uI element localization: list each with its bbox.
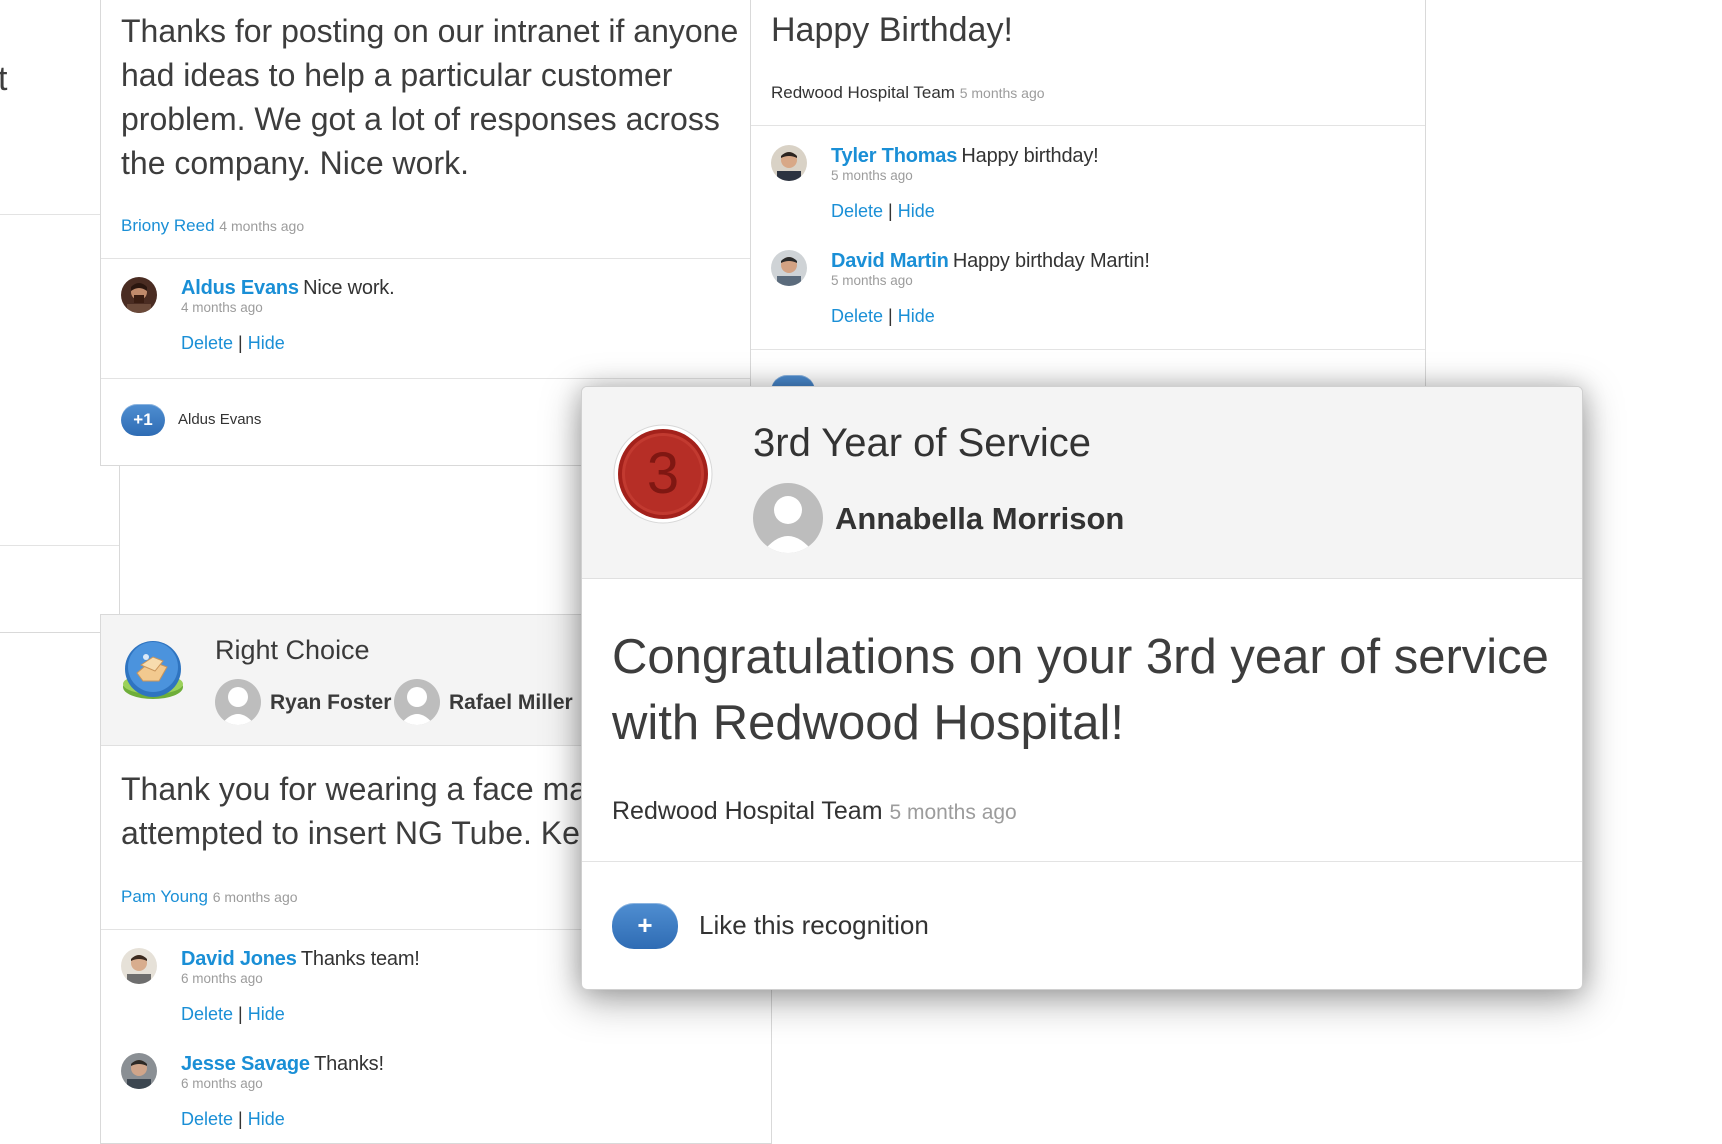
commenter-name-link[interactable]: David Martin: [831, 250, 949, 272]
recipient-name: Rafael Miller: [449, 691, 573, 714]
user-avatar: [394, 679, 440, 725]
post-time: 5 months ago: [959, 85, 1045, 101]
post-body-line: attempted to insert NG Tube. Ke: [121, 815, 580, 851]
hands-badge-icon: [119, 637, 187, 710]
comment-line: Tyler Thomas Happy birthday!: [831, 145, 1099, 168]
modal-message: Congratulations on your 3rd year of serv…: [612, 630, 1549, 750]
post-author: Redwood Hospital Team: [612, 797, 883, 825]
comment-time: 6 months ago: [181, 1076, 263, 1091]
comment-text: Nice work.: [303, 277, 395, 299]
divider: [751, 125, 1425, 126]
comment-time: 5 months ago: [831, 273, 913, 288]
divider: [101, 378, 756, 379]
post-meta: Pam Young 6 months ago: [121, 887, 298, 907]
left-fragment-divider: [0, 545, 120, 546]
comment-actions: Delete | Hide: [181, 333, 285, 354]
comment-line: David Martin Happy birthday Martin!: [831, 250, 1150, 273]
delete-link[interactable]: Delete: [181, 1109, 233, 1129]
post-body: Thanks for posting on our intranet if an…: [121, 13, 739, 181]
post-author-link[interactable]: Pam Young: [121, 887, 208, 906]
left-fragment-border: [119, 465, 120, 615]
plus-one-button[interactable]: +1: [121, 404, 165, 436]
delete-link[interactable]: Delete: [181, 333, 233, 353]
hide-link[interactable]: Hide: [248, 1109, 285, 1129]
hide-link[interactable]: Hide: [898, 201, 935, 221]
post-time: 4 months ago: [219, 218, 305, 234]
recognition-modal: 3 3rd Year of Service Annabella Morrison…: [581, 386, 1583, 990]
commenter-avatar[interactable]: [121, 948, 157, 984]
delete-link[interactable]: Delete: [831, 201, 883, 221]
post-author: Redwood Hospital Team: [771, 83, 955, 102]
action-separator: |: [888, 306, 893, 326]
action-separator: |: [238, 1004, 243, 1024]
recipient-name: Annabella Morrison: [835, 501, 1125, 536]
plus-one-by: Aldus Evans: [178, 411, 262, 428]
comment-line: Jesse Savage Thanks!: [181, 1053, 384, 1076]
comment-time: 6 months ago: [181, 971, 263, 986]
action-separator: |: [238, 1109, 243, 1129]
post-time: 6 months ago: [212, 889, 298, 905]
commenter-name-link[interactable]: Aldus Evans: [181, 277, 299, 299]
commenter-name-link[interactable]: Jesse Savage: [181, 1053, 310, 1075]
modal-title: 3rd Year of Service: [753, 421, 1091, 465]
comment-text: Happy birthday Martin!: [952, 250, 1150, 272]
hide-link[interactable]: Hide: [248, 333, 285, 353]
like-label[interactable]: Like this recognition: [699, 910, 929, 941]
commenter-name-link[interactable]: Tyler Thomas: [831, 145, 957, 167]
divider: [751, 349, 1425, 350]
divider: [101, 258, 756, 259]
comment-text: Thanks team!: [300, 948, 420, 970]
comment-line: Aldus Evans Nice work.: [181, 277, 395, 300]
user-avatar: [753, 483, 823, 553]
card-title: Right Choice: [215, 635, 370, 665]
post-meta: Redwood Hospital Team 5 months ago: [612, 797, 1017, 826]
comment-time: 5 months ago: [831, 168, 913, 183]
comment-time: 4 months ago: [181, 300, 263, 315]
comment-actions: Delete | Hide: [831, 306, 935, 327]
commenter-avatar[interactable]: [771, 250, 807, 286]
comment-text: Happy birthday!: [961, 145, 1099, 167]
commenter-avatar[interactable]: [121, 277, 157, 313]
divider: [582, 861, 1582, 862]
like-button[interactable]: +: [612, 903, 678, 949]
post-body-line: Thank you for wearing a face mas: [121, 771, 604, 807]
card-title: Happy Birthday!: [771, 11, 1013, 49]
comment-actions: Delete | Hide: [831, 201, 935, 222]
user-avatar: [215, 679, 261, 725]
post-meta: Briony Reed 4 months ago: [121, 216, 304, 236]
comment-line: David Jones Thanks team!: [181, 948, 420, 971]
recognition-card-birthday: Happy Birthday! Redwood Hospital Team 5 …: [750, 0, 1426, 418]
recipient-name: Ryan Foster: [270, 691, 392, 714]
post-meta: Redwood Hospital Team 5 months ago: [771, 83, 1045, 103]
delete-link[interactable]: Delete: [181, 1004, 233, 1024]
comment-actions: Delete | Hide: [181, 1004, 285, 1025]
hide-link[interactable]: Hide: [898, 306, 935, 326]
commenter-avatar[interactable]: [121, 1053, 157, 1089]
comment-text: Thanks!: [314, 1053, 384, 1075]
left-fragment-text: t: [0, 60, 8, 98]
post-author-link[interactable]: Briony Reed: [121, 216, 215, 235]
post-time: 5 months ago: [889, 801, 1017, 824]
hide-link[interactable]: Hide: [248, 1004, 285, 1024]
comment-actions: Delete | Hide: [181, 1109, 285, 1130]
commenter-name-link[interactable]: David Jones: [181, 948, 297, 970]
delete-link[interactable]: Delete: [831, 306, 883, 326]
modal-header: [582, 387, 1582, 579]
action-separator: |: [238, 333, 243, 353]
action-separator: |: [888, 201, 893, 221]
commenter-avatar[interactable]: [771, 145, 807, 181]
medal-number: 3: [646, 441, 680, 506]
left-fragment-divider: [0, 214, 100, 215]
